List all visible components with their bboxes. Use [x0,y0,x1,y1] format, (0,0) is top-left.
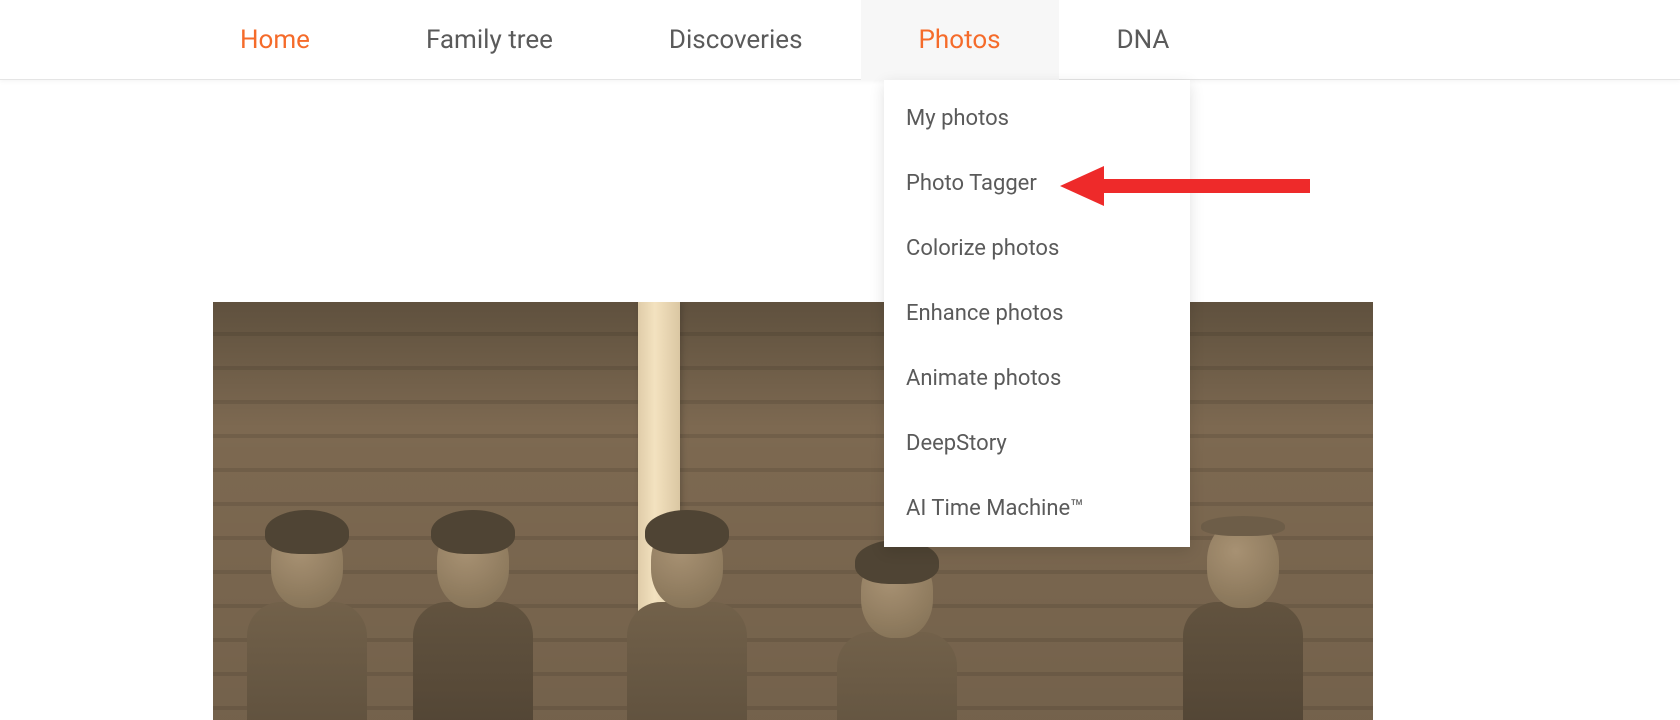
nav-photos[interactable]: Photos [861,0,1059,80]
nav-family-tree-label: Family tree [426,25,553,55]
nav-photos-label: Photos [919,25,1001,55]
hero-photo-image [213,302,1373,720]
annotation-arrow-icon [1060,164,1310,208]
top-nav: Home Family tree Discoveries Photos DNA [0,0,1680,80]
dropdown-ai-time-machine-label: AI Time Machine™ [906,496,1084,521]
hero-photo [213,302,1373,720]
dropdown-photo-tagger-label: Photo Tagger [906,171,1037,196]
photo-person [1173,520,1313,720]
dropdown-deepstory[interactable]: DeepStory [884,411,1190,476]
dropdown-animate-photos[interactable]: Animate photos [884,346,1190,411]
nav-family-tree[interactable]: Family tree [368,0,611,80]
dropdown-enhance-photos-label: Enhance photos [906,301,1063,326]
dropdown-enhance-photos[interactable]: Enhance photos [884,281,1190,346]
dropdown-ai-time-machine[interactable]: AI Time Machine™ [884,476,1190,541]
dropdown-my-photos-label: My photos [906,106,1009,131]
photo-person [827,550,967,720]
photo-person [617,520,757,720]
dropdown-colorize-photos[interactable]: Colorize photos [884,216,1190,281]
dropdown-colorize-photos-label: Colorize photos [906,236,1059,261]
nav-discoveries[interactable]: Discoveries [611,0,861,80]
dropdown-animate-photos-label: Animate photos [906,366,1061,391]
nav-dna[interactable]: DNA [1059,0,1228,80]
nav-dna-label: DNA [1117,25,1170,55]
dropdown-my-photos[interactable]: My photos [884,86,1190,151]
photo-person [237,520,377,720]
photo-person [403,520,543,720]
dropdown-deepstory-label: DeepStory [906,431,1007,456]
nav-home[interactable]: Home [240,0,368,80]
nav-home-label: Home [240,25,310,55]
nav-discoveries-label: Discoveries [669,25,803,55]
photos-dropdown: My photos Photo Tagger Colorize photos E… [884,80,1190,547]
